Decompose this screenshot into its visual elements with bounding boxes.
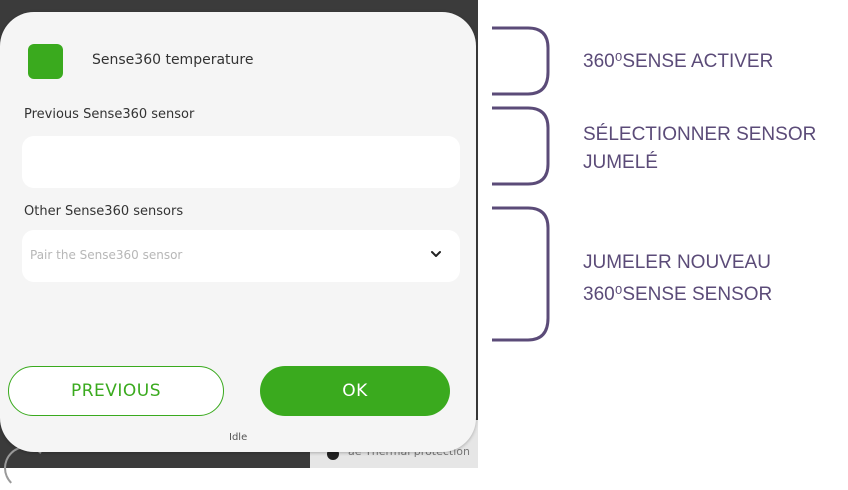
previous-button[interactable]: PREVIOUS bbox=[8, 366, 224, 416]
annotation-pair-line1: JUMELER NOUVEAU bbox=[583, 252, 771, 273]
ok-button[interactable]: OK bbox=[260, 366, 450, 416]
sense360-temperature-checkbox[interactable] bbox=[28, 44, 63, 79]
annotation-select-line2: JUMELÉ bbox=[583, 152, 658, 173]
annotation-pair-line2: 360⁰SENSE SENSOR bbox=[583, 284, 773, 305]
status-text: Idle bbox=[229, 432, 248, 443]
background-gauge-icon bbox=[4, 446, 48, 490]
other-sensors-placeholder: Pair the Sense360 sensor bbox=[30, 248, 183, 262]
previous-sensor-field[interactable] bbox=[22, 136, 460, 188]
sense360-temperature-label: Sense360 temperature bbox=[92, 52, 254, 68]
other-sensors-label: Other Sense360 sensors bbox=[24, 204, 184, 219]
other-sensors-select[interactable]: Pair the Sense360 sensor bbox=[22, 230, 460, 282]
chevron-down-icon bbox=[431, 251, 441, 257]
annotation-select-line1: SÉLECTIONNER SENSOR bbox=[583, 124, 817, 145]
previous-sensor-label: Previous Sense360 sensor bbox=[24, 107, 195, 122]
annotation-activate: 360⁰SENSE ACTIVER bbox=[583, 51, 774, 72]
annotation-brackets bbox=[492, 26, 550, 342]
sensor-dialog: Sense360 temperature Previous Sense360 s… bbox=[0, 12, 476, 452]
